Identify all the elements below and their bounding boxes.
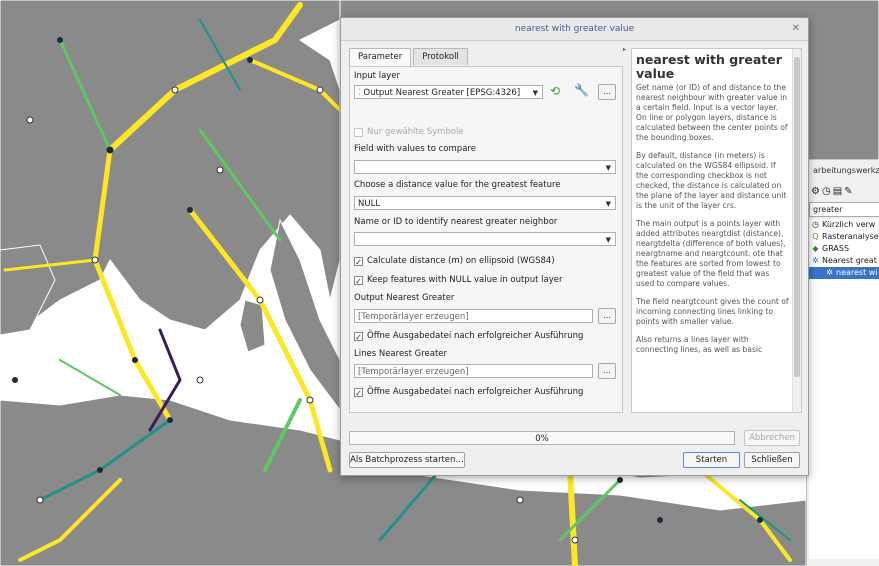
output-field[interactable]: [Temporärlayer erzeugen] bbox=[354, 309, 593, 323]
lines-browse-button[interactable]: ... bbox=[598, 363, 616, 379]
checkbox-box bbox=[354, 127, 363, 137]
chevron-down-icon: ▼ bbox=[532, 89, 538, 97]
selected-only-checkbox[interactable]: Nur gewählte Symbole bbox=[354, 127, 464, 137]
input-layer-value: Output Nearest Greater [EPSG:4326] bbox=[363, 88, 521, 98]
help-paragraph: Get name (or ID) of and distance to the … bbox=[636, 83, 788, 142]
qgis-icon: Q bbox=[812, 232, 819, 241]
check-icon: ✓ bbox=[354, 331, 363, 342]
tab-protokoll[interactable]: Protokoll bbox=[413, 48, 468, 65]
toolbox-tree: ◷ Kürzlich verw Q Rasteranalyse ◆ GRASS ✲ Ne… bbox=[809, 219, 879, 559]
tree-item-nearest-greater[interactable]: ✲ Nearest great bbox=[809, 255, 879, 267]
clock-icon: ◷ bbox=[812, 220, 819, 229]
distance-label: Choose a distance value for the greatest… bbox=[354, 180, 561, 190]
distance-value: NULL bbox=[358, 199, 381, 209]
progress-bar: 0% bbox=[349, 431, 735, 445]
checkbox-label: Nur gewählte Symbole bbox=[367, 127, 464, 137]
splitter-handle[interactable]: ▸ bbox=[623, 46, 626, 53]
processing-toolbox: arbeitungswerkze ⚙ ◷ ▤ ✎ greater ◷ Kürzli… bbox=[806, 160, 879, 566]
help-paragraph: The main output is a points layer with a… bbox=[636, 219, 786, 288]
tree-item-raster-analysis[interactable]: Q Rasteranalyse bbox=[809, 231, 879, 243]
batch-process-button[interactable]: Als Batchprozess starten… bbox=[349, 452, 465, 468]
tree-item-label: Rasteranalyse bbox=[822, 232, 879, 241]
help-title: nearest with greater value bbox=[636, 52, 782, 81]
parameters-panel: Input layer ⁚ Output Nearest Greater [EP… bbox=[349, 66, 623, 413]
dialog-title: nearest with greater value bbox=[514, 24, 635, 34]
help-panel: nearest with greater value Get name (or … bbox=[631, 48, 802, 413]
tree-item-label: Nearest great bbox=[822, 256, 877, 265]
tree-item-label: Kürzlich verw bbox=[822, 220, 876, 229]
name-id-select[interactable]: ▼ bbox=[354, 232, 616, 246]
algorithm-dialog: nearest with greater value ✕ Parameter P… bbox=[340, 17, 809, 476]
output-label: Output Nearest Greater bbox=[354, 293, 455, 303]
tree-item-label: nearest wi bbox=[836, 268, 878, 277]
scrollbar-thumb[interactable] bbox=[794, 57, 800, 377]
toolbox-search-input[interactable]: greater bbox=[809, 202, 879, 217]
close-button[interactable]: Schließen bbox=[744, 452, 800, 468]
gear-icon: ✲ bbox=[826, 268, 833, 277]
check-icon: ✓ bbox=[354, 387, 363, 398]
open-lines-checkbox[interactable]: ✓ Öffne Ausgabedatei nach erfolgreicher A… bbox=[354, 387, 584, 398]
gear-icon: ✲ bbox=[812, 256, 819, 265]
tree-item-recent[interactable]: ◷ Kürzlich verw bbox=[809, 219, 879, 231]
input-layer-label: Input layer bbox=[354, 71, 401, 81]
checkbox-label: Öffne Ausgabedatei nach erfolgreicher Au… bbox=[367, 387, 584, 397]
name-id-label: Name or ID to identify nearest greater n… bbox=[354, 217, 558, 227]
chevron-down-icon: ▼ bbox=[605, 164, 611, 172]
lines-label: Lines Nearest Greater bbox=[354, 349, 448, 359]
tree-item-nearest-with-greater[interactable]: ✲ nearest wi bbox=[809, 267, 879, 279]
python-icon[interactable]: ⚙ bbox=[811, 186, 820, 197]
tree-item-grass[interactable]: ◆ GRASS bbox=[809, 243, 879, 255]
distance-select[interactable]: NULL ▼ bbox=[354, 196, 616, 210]
input-layer-select[interactable]: ⁚ Output Nearest Greater [EPSG:4326] ▼ bbox=[354, 85, 543, 99]
toolbox-title: arbeitungswerkze bbox=[813, 166, 879, 175]
chevron-down-icon: ▼ bbox=[605, 200, 611, 208]
open-output-checkbox[interactable]: ✓ Öffne Ausgabedatei nach erfolgreicher A… bbox=[354, 331, 584, 342]
checkbox-label: Keep features with NULL value in output … bbox=[367, 275, 563, 285]
tab-parameter[interactable]: Parameter bbox=[349, 48, 412, 66]
field-compare-label: Field with values to compare bbox=[354, 144, 476, 154]
help-scrollbar[interactable] bbox=[792, 49, 801, 412]
lines-field[interactable]: [Temporärlayer erzeugen] bbox=[354, 364, 593, 378]
checkbox-label: Öffne Ausgabedatei nach erfolgreicher Au… bbox=[367, 331, 584, 341]
calc-ellipsoid-checkbox[interactable]: ✓ Calculate distance (m) on ellipsoid (WG… bbox=[354, 256, 555, 267]
check-icon: ✓ bbox=[354, 275, 363, 286]
help-paragraph: By default, distance (in meters) is calc… bbox=[636, 151, 787, 210]
toolbox-toolbar: ⚙ ◷ ▤ ✎ bbox=[807, 182, 879, 200]
wrench-icon[interactable]: 🔧 bbox=[574, 83, 589, 97]
field-compare-select[interactable]: ▼ bbox=[354, 160, 616, 174]
dialog-titlebar[interactable]: nearest with greater value ✕ bbox=[341, 18, 808, 41]
help-paragraph: The field neargtcount gives the count of… bbox=[636, 297, 789, 326]
history-icon[interactable]: ◷ bbox=[822, 186, 831, 197]
input-layer-browse-button[interactable]: ... bbox=[598, 84, 616, 100]
keep-null-checkbox[interactable]: ✓ Keep features with NULL value in output… bbox=[354, 275, 563, 286]
output-browse-button[interactable]: ... bbox=[598, 308, 616, 324]
grass-icon: ◆ bbox=[812, 244, 819, 253]
cancel-button[interactable]: Abbrechen bbox=[744, 430, 800, 446]
tab-bar: Parameter Protokoll bbox=[349, 48, 470, 66]
results-icon[interactable]: ▤ bbox=[833, 186, 842, 197]
tree-item-label: GRASS bbox=[822, 244, 850, 253]
start-button[interactable]: Starten bbox=[683, 452, 740, 468]
options-icon[interactable]: ✎ bbox=[844, 186, 852, 197]
close-icon[interactable]: ✕ bbox=[792, 18, 800, 40]
help-paragraph: Also returns a lines layer with connecti… bbox=[636, 335, 763, 354]
chevron-down-icon: ▼ bbox=[605, 236, 611, 244]
checkbox-label: Calculate distance (m) on ellipsoid (WGS… bbox=[367, 256, 555, 266]
check-icon: ✓ bbox=[354, 256, 363, 267]
iterate-icon[interactable]: ⟲ bbox=[550, 84, 560, 98]
